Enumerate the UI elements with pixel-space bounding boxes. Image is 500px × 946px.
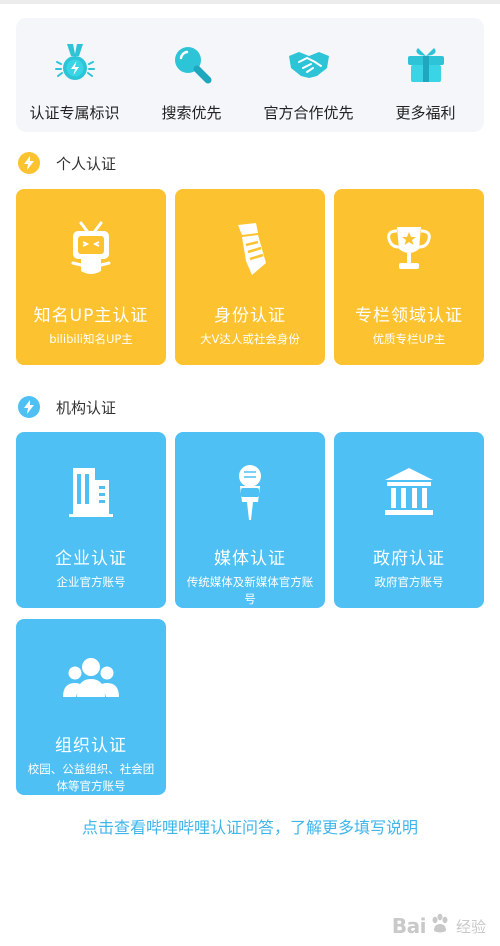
card-subtitle: 校园、公益组织、社会团体等官方账号: [27, 762, 155, 793]
card-enterprise[interactable]: 企业认证 企业官方账号: [16, 432, 166, 608]
badge-medal-icon: [53, 42, 97, 86]
lightning-icon: [18, 152, 40, 174]
benefit-search-priority[interactable]: 搜索优先: [133, 18, 250, 132]
benefit-label: 搜索优先: [161, 104, 222, 122]
baidu-jingyan-watermark: Bai 经验: [392, 912, 486, 940]
watermark-text-right: 经验: [455, 917, 486, 936]
benefit-label: 认证专属标识: [29, 104, 120, 122]
gift-icon: [404, 42, 448, 86]
benefit-official-cooperation[interactable]: 官方合作优先: [250, 18, 367, 132]
faq-link[interactable]: 点击查看哔哩哔哩认证问答，了解更多填写说明: [0, 814, 500, 838]
card-title: 政府认证: [373, 549, 445, 569]
section-organization-header: 机构认证: [18, 396, 116, 418]
benefit-exclusive-badge[interactable]: 认证专属标识: [16, 18, 133, 132]
card-subtitle: 优质专栏UP主: [372, 332, 446, 346]
trophy-icon: [377, 217, 441, 281]
tv-mascot-icon: [59, 217, 123, 281]
card-column-field[interactable]: 专栏领域认证 优质专栏UP主: [334, 189, 484, 365]
section-personal-header: 个人认证: [18, 152, 116, 174]
necktie-icon: [218, 217, 282, 281]
card-government[interactable]: 政府认证 政府官方账号: [334, 432, 484, 608]
card-subtitle: 传统媒体及新媒体官方账号: [186, 575, 314, 606]
benefit-more-welfare[interactable]: 更多福利: [367, 18, 484, 132]
benefit-label: 更多福利: [395, 104, 456, 122]
group-people-icon: [59, 647, 123, 711]
card-title: 身份认证: [214, 306, 286, 326]
benefits-panel: 认证专属标识 搜索优先 官方合作优先 更多福利: [16, 18, 484, 132]
card-subtitle: 大V达人或社会身份: [200, 332, 300, 346]
handshake-icon: [287, 42, 331, 86]
section-title: 机构认证: [56, 398, 117, 417]
magnifier-icon: [170, 42, 214, 86]
top-divider: [0, 0, 500, 4]
card-famous-up[interactable]: 知名UP主认证 bilibili知名UP主: [16, 189, 166, 365]
card-subtitle: bilibili知名UP主: [49, 332, 133, 346]
office-building-icon: [59, 460, 123, 524]
benefit-label: 官方合作优先: [263, 104, 354, 122]
government-building-icon: [377, 460, 441, 524]
card-title: 媒体认证: [214, 549, 286, 569]
watermark-text-left: Bai: [391, 914, 427, 938]
card-organization[interactable]: 组织认证 校园、公益组织、社会团体等官方账号: [16, 619, 166, 795]
card-title: 企业认证: [55, 549, 127, 569]
baidu-paw-icon: [428, 912, 452, 940]
lightning-icon: [18, 396, 40, 418]
section-title: 个人认证: [56, 154, 117, 173]
card-subtitle: 企业官方账号: [56, 575, 126, 589]
card-title: 组织认证: [55, 736, 127, 756]
card-subtitle: 政府官方账号: [374, 575, 444, 589]
microphone-new-icon: [218, 460, 282, 524]
card-title: 知名UP主认证: [33, 306, 149, 326]
card-title: 专栏领域认证: [355, 306, 463, 326]
card-identity[interactable]: 身份认证 大V达人或社会身份: [175, 189, 325, 365]
card-media[interactable]: 媒体认证 传统媒体及新媒体官方账号: [175, 432, 325, 608]
